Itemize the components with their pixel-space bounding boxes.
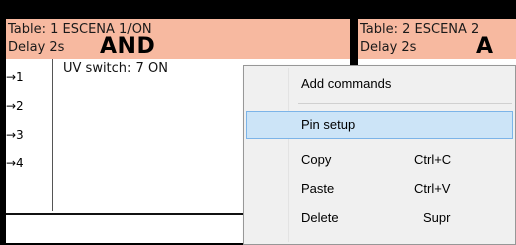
menu-item-add-commands[interactable]: Add commands [247, 71, 512, 97]
table-title: Table: 2 ESCENA 2 [360, 22, 480, 37]
menu-item-label: Copy [301, 152, 332, 167]
menu-item-shortcut: Ctrl+V [414, 181, 451, 196]
menu-item-shortcut: Ctrl+C [414, 152, 452, 167]
table-logic-operator: AND [100, 34, 156, 59]
context-menu: Add commands Pin setup Copy Ctrl+C Paste… [243, 65, 516, 245]
pin-3[interactable]: →3 [6, 128, 24, 142]
table-delay: Delay 2s [8, 40, 65, 55]
table-delay: Delay 2s [360, 40, 417, 55]
menu-item-label: Paste [301, 181, 335, 196]
pin-4[interactable]: →4 [6, 156, 24, 170]
menu-item-copy[interactable]: Copy Ctrl+C [247, 147, 512, 173]
table-header[interactable]: Table: 2 ESCENA 2 Delay 2s A [358, 19, 516, 60]
command-item[interactable]: UV switch: 7 ON [63, 61, 168, 76]
menu-item-label: Pin setup [301, 117, 356, 132]
pin-2[interactable]: →2 [6, 99, 24, 113]
menu-item-label: Add commands [301, 76, 392, 91]
menu-item-pin-setup[interactable]: Pin setup [246, 111, 513, 139]
table-logic-operator: A [476, 34, 494, 59]
pin-1[interactable]: →1 [6, 70, 24, 84]
pin-column: →1 →2 →3 →4 [6, 59, 53, 211]
menu-item-paste[interactable]: Paste Ctrl+V [247, 176, 512, 202]
menu-item-delete[interactable]: Delete Supr [247, 205, 512, 231]
menu-item-label: Delete [301, 210, 339, 225]
menu-separator [298, 103, 512, 104]
menu-item-shortcut: Supr [423, 210, 451, 225]
table-header[interactable]: Table: 1 ESCENA 1/ON Delay 2s AND [6, 19, 350, 60]
